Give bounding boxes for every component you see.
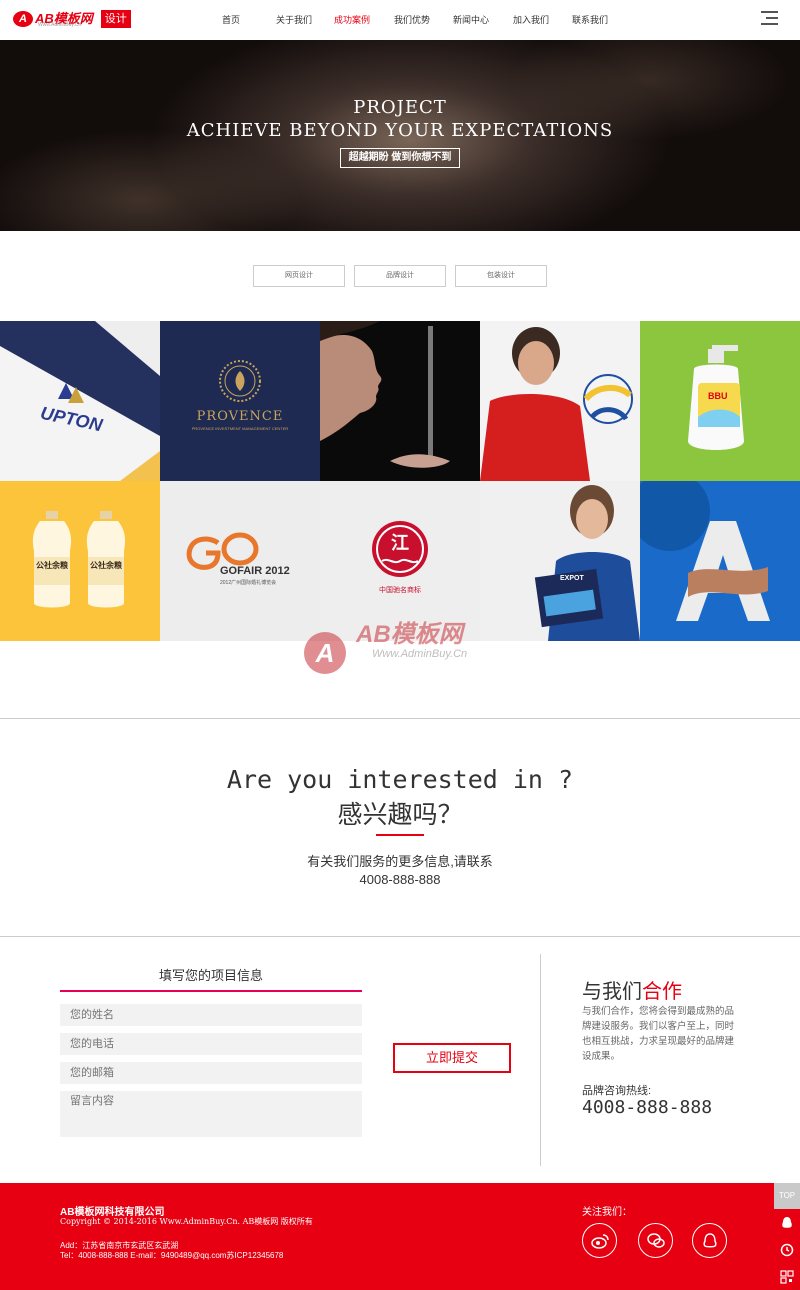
portfolio-item-upton[interactable]: UPTON bbox=[0, 321, 160, 481]
cooperate-title-red: 合作 bbox=[642, 981, 682, 1003]
gofair-sub-text: 2012广州国际婚礼博览会 bbox=[220, 580, 277, 586]
letter-a-graphic bbox=[640, 481, 800, 641]
back-to-top-button[interactable]: TOP bbox=[774, 1183, 800, 1209]
form-title: 填写您的项目信息 bbox=[158, 968, 263, 983]
portfolio-item-bottles[interactable]: 公社余粮 公社余粮 bbox=[0, 481, 160, 641]
watermark: A AB模板网 Www.AdminBuy.Cn bbox=[304, 608, 514, 678]
hero-banner: PROJECT ACHIEVE BEYOND YOUR EXPECTATIONS… bbox=[0, 40, 800, 231]
bbu-bottle-graphic bbox=[688, 345, 744, 450]
jiang-seal-char: 江 bbox=[391, 533, 409, 553]
phone-input[interactable] bbox=[60, 1033, 362, 1055]
qq-icon[interactable] bbox=[692, 1223, 727, 1258]
site-footer: AB模板网科技有限公司 Copyright © 2014-2016 Www.Ad… bbox=[0, 1183, 800, 1290]
banner-button[interactable]: 超越期盼 做到你想不到 bbox=[340, 148, 460, 168]
interest-underline bbox=[376, 834, 424, 836]
wechat-icon[interactable] bbox=[638, 1223, 673, 1258]
upton-folder-graphic bbox=[0, 321, 160, 481]
cooperate-description: 与我们合作，您将会得到最成熟的品牌建设服务。我们以客户至上，同时也相互挑战，力求… bbox=[582, 1006, 735, 1062]
banner-title: PROJECT bbox=[353, 97, 447, 118]
cooperate-title-black: 与我们 bbox=[582, 981, 642, 1003]
section-divider bbox=[0, 718, 800, 719]
gofair-logo-graphic bbox=[186, 532, 259, 570]
gofair-logo-text: GOFAIR 2012 bbox=[220, 565, 290, 577]
expot-label: EXPOT bbox=[560, 575, 584, 582]
hotline-number: 4008-888-888 bbox=[582, 1097, 713, 1118]
message-textarea[interactable] bbox=[60, 1091, 362, 1137]
footer-contact: Tel：4008-888-888 E-mail：9490489@qq.com苏I… bbox=[60, 1251, 284, 1260]
nav-join[interactable]: 加入我们 bbox=[513, 0, 572, 40]
side-phone-icon[interactable] bbox=[774, 1237, 800, 1263]
bbu-label: BBU bbox=[708, 391, 728, 401]
main-nav: 首页 关于我们 成功案例 我们优势 新闻中心 加入我们 联系我们 bbox=[222, 0, 632, 40]
name-input[interactable] bbox=[60, 1004, 362, 1026]
tab-web-design[interactable]: 网页设计 bbox=[253, 265, 345, 287]
logo[interactable]: A AB模板网 Www.AdminBuy.Cn 设计 bbox=[13, 10, 131, 28]
portfolio-item-volleyball[interactable] bbox=[480, 321, 640, 481]
submit-button[interactable]: 立即提交 bbox=[393, 1043, 511, 1073]
weibo-icon[interactable] bbox=[582, 1223, 617, 1258]
form-title-underline bbox=[60, 990, 362, 992]
interest-description: 有关我们服务的更多信息,请联系 bbox=[307, 854, 493, 869]
menu-icon[interactable] bbox=[761, 11, 778, 27]
jiang-sub-text: 中国驰名商标 bbox=[379, 587, 421, 594]
watermark-subtitle: Www.AdminBuy.Cn bbox=[372, 648, 468, 660]
nav-contact[interactable]: 联系我们 bbox=[572, 0, 632, 40]
side-qq-icon[interactable] bbox=[774, 1210, 800, 1236]
footer-follow-label: 关注我们： bbox=[582, 1207, 632, 1218]
watermark-logo-icon: A bbox=[304, 632, 346, 674]
hotline-label: 品牌咨询热线: bbox=[582, 1085, 652, 1097]
tab-brand-design[interactable]: 品牌设计 bbox=[354, 265, 446, 287]
category-tabs: 网页设计 品牌设计 包装设计 bbox=[253, 265, 556, 287]
bottle-label-right: 公社余粮 bbox=[90, 561, 122, 570]
bottle-label-left: 公社余粮 bbox=[36, 561, 68, 570]
interest-title-cn: 感兴趣吗？ bbox=[337, 801, 463, 829]
nav-advantages[interactable]: 我们优势 bbox=[394, 0, 453, 40]
cooperate-title: 与我们合作 bbox=[582, 975, 682, 1004]
banner-subtitle: ACHIEVE BEYOND YOUR EXPECTATIONS bbox=[186, 120, 614, 141]
portfolio-item-portrait[interactable] bbox=[320, 321, 480, 481]
provence-sub-text: PROVENCE INVESTMENT MANAGEMENT CENTER bbox=[191, 426, 289, 431]
side-toolbar: TOP bbox=[774, 1183, 800, 1290]
provence-emblem bbox=[219, 360, 261, 402]
nav-home[interactable]: 首页 bbox=[222, 0, 276, 40]
portfolio-grid: UPTON PROVENCE PROVENCE INVESTMENT MANAG… bbox=[0, 321, 800, 641]
logo-mark: A bbox=[13, 11, 33, 27]
vertical-divider bbox=[540, 954, 541, 1166]
interest-phone: 4008-888-888 bbox=[359, 872, 441, 887]
portfolio-item-provence[interactable]: PROVENCE PROVENCE INVESTMENT MANAGEMENT … bbox=[160, 321, 320, 481]
portfolio-item-letter-a[interactable] bbox=[640, 481, 800, 641]
portrait-graphic bbox=[320, 321, 450, 468]
bottles-graphic bbox=[32, 511, 126, 608]
portfolio-item-gofair[interactable]: GOFAIR 2012 2012广州国际婚礼博览会 bbox=[160, 481, 320, 641]
section-divider bbox=[0, 936, 800, 937]
side-qrcode-icon[interactable] bbox=[774, 1264, 800, 1290]
site-header: A AB模板网 Www.AdminBuy.Cn 设计 首页 关于我们 成功案例 … bbox=[0, 0, 800, 40]
volleyball-player-graphic bbox=[480, 327, 633, 481]
portfolio-item-bbu[interactable]: BBU bbox=[640, 321, 800, 481]
nav-cases[interactable]: 成功案例 bbox=[334, 0, 394, 40]
tab-package-design[interactable]: 包装设计 bbox=[455, 265, 547, 287]
logo-subtitle: Www.AdminBuy.Cn bbox=[38, 22, 82, 28]
nav-news[interactable]: 新闻中心 bbox=[453, 0, 513, 40]
provence-logo-text: PROVENCE bbox=[196, 409, 284, 424]
watermark-text: AB模板网 bbox=[356, 621, 463, 648]
footer-copyright: Copyright © 2014-2016 Www.AdminBuy.Cn. A… bbox=[60, 1217, 313, 1226]
email-input[interactable] bbox=[60, 1062, 362, 1084]
logo-badge: 设计 bbox=[100, 10, 131, 28]
nav-about[interactable]: 关于我们 bbox=[276, 0, 334, 40]
interest-title-en: Are you interested in ? bbox=[226, 765, 574, 794]
